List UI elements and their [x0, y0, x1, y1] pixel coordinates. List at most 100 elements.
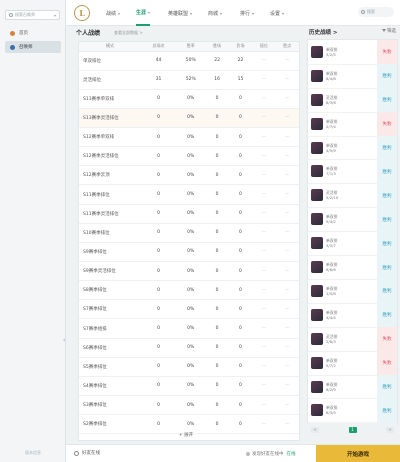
match-item[interactable]: 单双排 2/7/4 失败 — [308, 111, 397, 137]
table-cell-name: S11赛季灵活排位 — [79, 204, 141, 224]
match-item[interactable]: 灵活排 5/2/10 胜利 — [308, 183, 397, 209]
table-row[interactable]: S12赛季单双排 0 0% 0 0— — — [79, 127, 299, 148]
table-row[interactable]: S9赛季灵活排位 0 0% 0 0— — — [79, 261, 299, 282]
table-cell-losses: 0 — [228, 414, 253, 435]
match-item[interactable]: 单双排 3/3/7 胜利 — [308, 231, 397, 257]
table-row[interactable]: 灵活排位 31 52% 16 15— — — [79, 70, 299, 90]
table-cell-games: 0 — [141, 223, 177, 243]
nav-item-settings[interactable]: 设置 ▾ — [270, 0, 284, 26]
expand-more-link[interactable]: + 展开 — [72, 432, 300, 438]
table-cell-tier: — — [252, 127, 276, 148]
table-cell-lp: — — [275, 51, 299, 71]
table-cell-winrate: 0% — [176, 108, 206, 129]
table-row[interactable]: S10赛季排位 0 0% 0 0— — — [79, 223, 299, 243]
nav-item-lol[interactable]: 英雄联盟 ▾ — [168, 0, 192, 26]
table-cell-losses: 0 — [228, 108, 253, 129]
table-cell-games: 0 — [141, 376, 177, 397]
table-cell-winrate: 0% — [176, 299, 206, 320]
table-cell-games: 0 — [141, 299, 177, 320]
table-cell-lp: — — [275, 108, 299, 129]
table-cell-lp: — — [275, 242, 299, 263]
table-row[interactable]: S7赛季排位 0 0% 0 0— — — [79, 299, 299, 320]
table-cell-tier: — — [252, 357, 276, 377]
match-info: 单双排 4/5/9 — [326, 143, 337, 153]
sidebar: 搜索召唤师 ▾ 首页 召唤师 ‹ 版本信息 — [0, 0, 66, 462]
match-item[interactable]: 单双排 4/5/9 胜利 — [308, 135, 397, 161]
table-row[interactable]: S13赛季单双排 0 0% 0 0— — — [79, 89, 299, 109]
champion-avatar — [311, 404, 323, 417]
table-cell-wins: 0 — [205, 357, 229, 377]
table-row[interactable]: S8赛季排位 0 0% 0 0— — — [79, 280, 299, 301]
table-cell-wins: 0 — [205, 184, 229, 205]
table-row[interactable]: S6赛季排位 0 0% 0 0— — — [79, 338, 299, 358]
table-cell-name: S12赛季云顶 — [79, 165, 141, 186]
table-cell-winrate: 0% — [176, 127, 206, 148]
match-item[interactable]: 灵活排 8/3/6 胜利 — [308, 87, 397, 113]
table-cell-lp: — — [275, 165, 299, 186]
table-cell-lp: — — [275, 261, 299, 282]
logo-icon[interactable]: L — [74, 5, 90, 21]
table-row[interactable]: S12赛季灵活排位 0 0% 0 0— — — [79, 146, 299, 167]
table-cell-lp: — — [275, 357, 299, 377]
match-item[interactable]: 灵活排 2/6/3 失败 — [308, 326, 397, 352]
nav-label: 设置 — [270, 10, 281, 17]
match-item[interactable]: 单双排 8/2/9 胜利 — [308, 374, 397, 400]
table-cell-winrate: 0% — [176, 146, 206, 167]
match-item[interactable]: 单双排 6/6/6 胜利 — [308, 255, 397, 280]
table-row[interactable]: S11赛季排位 0 0% 0 0— — — [79, 184, 299, 205]
table-row[interactable]: S9赛季排位 0 0% 0 0— — — [79, 242, 299, 263]
nav-item-career[interactable]: 生涯 ▾ — [136, 0, 151, 26]
match-kda: 7/1/3 — [326, 171, 336, 177]
table-row[interactable]: S11赛季灵活排位 0 0% 0 0— — — [79, 204, 299, 224]
play-button[interactable]: 开始游戏 — [316, 445, 400, 462]
page-button[interactable]: 1 — [348, 426, 357, 433]
table-cell-winrate: 0% — [176, 242, 206, 263]
nav-label: 商城 — [208, 10, 219, 17]
collapse-handle[interactable]: ‹ — [63, 336, 67, 346]
table-row[interactable]: S13赛季灵活排位 0 0% 0 0— — — [79, 108, 299, 129]
nav-item-rank[interactable]: 排行 ▾ — [240, 0, 254, 26]
column-header: 胜场 — [205, 42, 229, 52]
table-cell-lp: — — [275, 338, 299, 358]
nav-item-store[interactable]: 商城 ▾ — [208, 0, 222, 26]
table-cell-losses: 0 — [228, 127, 253, 148]
sidebar-item-home[interactable]: 首页 — [5, 27, 61, 39]
sidebar-search-input[interactable]: 搜索召唤师 ▾ — [5, 10, 60, 20]
table-row[interactable]: S3赛季排位 0 0% 0 0— — — [79, 395, 299, 416]
match-item[interactable]: 单双排 6/3/5 胜利 — [308, 398, 397, 424]
match-item[interactable]: 单双排 9/4/2 胜利 — [308, 207, 397, 233]
table-row[interactable]: S7赛季组排 0 0% 0 0— — — [79, 318, 299, 339]
friends-button[interactable]: 好友在线 — [74, 450, 100, 456]
next-page-button[interactable]: > — [386, 426, 394, 433]
match-item[interactable]: 单双排 5/7/2 失败 — [308, 350, 397, 376]
sidebar-item-summoner[interactable]: 召唤师 — [5, 41, 61, 53]
column-header: 总场次 — [141, 42, 177, 52]
top-search-input[interactable]: 搜索 — [358, 7, 394, 17]
table-cell-tier: — — [252, 338, 276, 358]
table-cell-wins: 0 — [205, 242, 229, 263]
table-row[interactable]: S5赛季排位 0 0% 0 0— — — [79, 357, 299, 377]
match-item[interactable]: 单双排 6/4/8 胜利 — [308, 63, 397, 89]
table-row[interactable]: S2赛季排位 0 0% 0 0— — — [79, 414, 299, 435]
match-kda: 6/6/6 — [326, 267, 336, 273]
nav-item-record[interactable]: 战绩 ▾ — [106, 0, 120, 26]
sidebar-search-placeholder: 搜索召唤师 — [15, 12, 35, 17]
match-kda: 5/2/10 — [326, 195, 339, 201]
view-all-link[interactable]: 查看全部数据 > — [114, 30, 143, 36]
nav-label: 排行 — [240, 10, 251, 17]
match-item[interactable]: 单双排 4/4/4 胜利 — [308, 302, 397, 328]
match-info: 灵活排 5/2/10 — [326, 190, 338, 200]
match-item[interactable]: 单双排 3/2/5 失败 — [308, 40, 397, 65]
table-row[interactable]: S12赛季云顶 0 0% 0 0— — — [79, 165, 299, 186]
match-item[interactable]: 单双排 7/1/3 胜利 — [308, 159, 397, 185]
table-cell-wins: 0 — [205, 165, 229, 186]
table-cell-lp: — — [275, 223, 299, 243]
match-item[interactable]: 单双排 1/5/8 胜利 — [308, 279, 397, 304]
prev-page-button[interactable]: < — [311, 426, 319, 433]
table-cell-wins: 22 — [205, 51, 229, 71]
match-info: 单双排 3/3/7 — [326, 238, 337, 248]
filter-button[interactable]: 筛选 — [382, 28, 396, 34]
table-row[interactable]: S4赛季排位 0 0% 0 0— — — [79, 376, 299, 397]
table-row[interactable]: 单双排位 44 50% 22 22— — — [79, 51, 299, 71]
history-title[interactable]: 历史战绩 > — [309, 28, 338, 36]
